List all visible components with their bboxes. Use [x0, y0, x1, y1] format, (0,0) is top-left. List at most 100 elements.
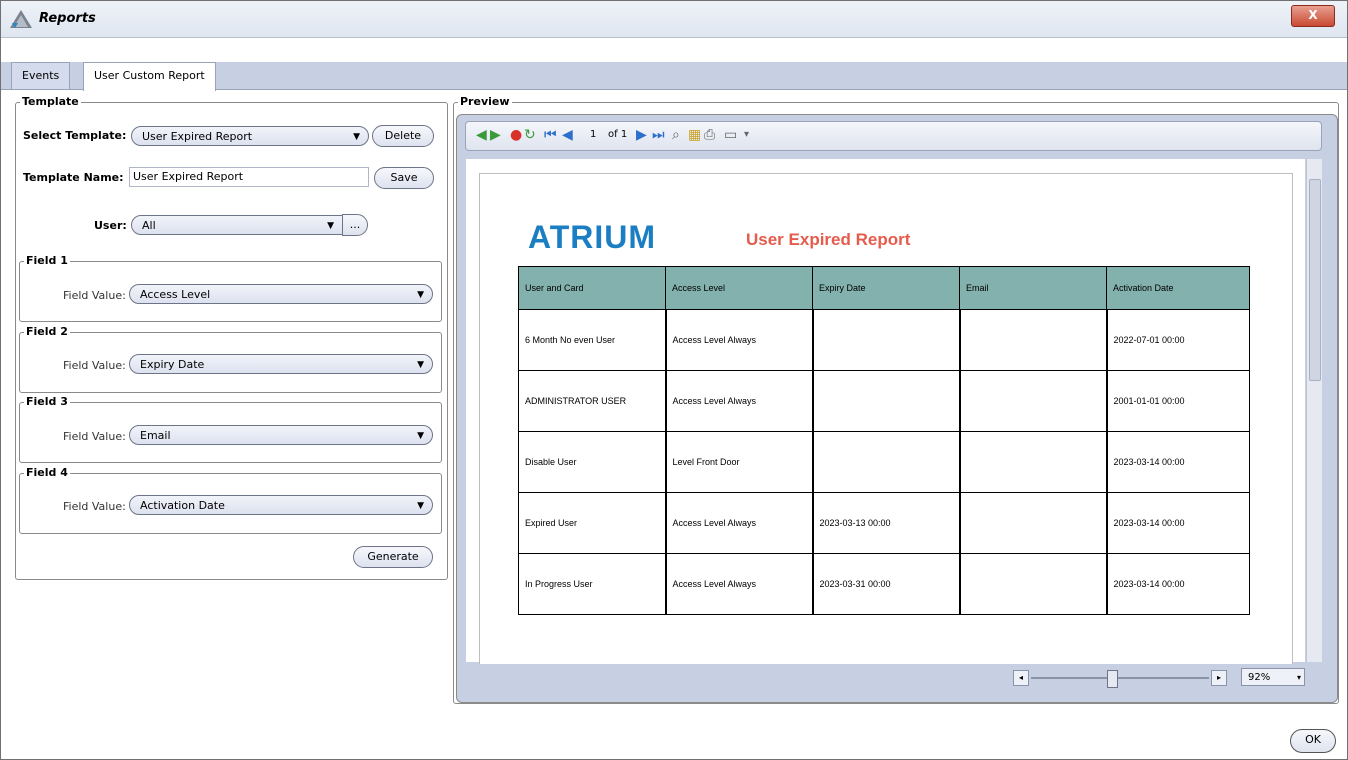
title-bar: Reports X: [1, 1, 1347, 38]
field-3-combo[interactable]: Email ▼: [129, 425, 433, 445]
report-table: User and Card Access Level Expiry Date E…: [518, 266, 1250, 615]
zoom-out-icon[interactable]: ◂: [1013, 670, 1029, 686]
refresh-icon[interactable]: ↻: [524, 127, 536, 143]
table-cell: [958, 553, 1107, 615]
table-cell: 2001-01-01 00:00: [1105, 370, 1250, 432]
chevron-down-icon: ▼: [417, 501, 424, 511]
chevron-down-icon: ▼: [327, 221, 334, 231]
column-header: Email: [959, 266, 1107, 310]
table-header-row: User and Card Access Level Expiry Date E…: [518, 266, 1250, 310]
table-cell: [811, 370, 960, 432]
stop-icon[interactable]: ●: [510, 127, 522, 143]
save-button[interactable]: Save: [374, 167, 434, 189]
table-cell: 2023-03-13 00:00: [811, 492, 960, 554]
table-cell: 2022-07-01 00:00: [1105, 309, 1250, 371]
template-group-title: Template: [20, 95, 81, 108]
vertical-scrollbar[interactable]: [1306, 159, 1322, 662]
field-2-value: Expiry Date: [140, 358, 205, 371]
field-2-combo[interactable]: Expiry Date ▼: [129, 354, 433, 374]
find-icon[interactable]: ⌕: [672, 127, 680, 143]
last-page-icon[interactable]: ⏭: [652, 127, 665, 143]
back-icon[interactable]: ◀: [476, 127, 487, 143]
field-3-value: Email: [140, 429, 171, 442]
table-cell: Access Level Always: [664, 553, 813, 615]
field-4-combo[interactable]: Activation Date ▼: [129, 495, 433, 515]
field-2-label: Field Value:: [63, 359, 126, 372]
column-header: Access Level: [665, 266, 813, 310]
report-title: User Expired Report: [746, 230, 911, 249]
table-cell: Access Level Always: [664, 492, 813, 554]
field-4-value: Activation Date: [140, 499, 225, 512]
close-button[interactable]: X: [1291, 5, 1335, 27]
user-browse-button[interactable]: ...: [342, 214, 368, 236]
zoom-slider-thumb[interactable]: [1107, 670, 1118, 688]
chevron-down-icon: ▼: [417, 360, 424, 370]
field-3-title: Field 3: [24, 395, 70, 408]
column-header: Expiry Date: [812, 266, 960, 310]
table-cell: 2023-03-14 00:00: [1105, 492, 1250, 554]
next-page-icon[interactable]: ▶: [636, 127, 647, 143]
table-cell: 2023-03-14 00:00: [1105, 553, 1250, 615]
print-icon[interactable]: ⎙: [704, 127, 715, 143]
user-value: All: [142, 219, 156, 232]
page-count-label: of 1: [608, 129, 628, 140]
tab-strip: Events User Custom Report: [1, 62, 1347, 91]
zoom-in-icon[interactable]: ▸: [1211, 670, 1227, 686]
export-dropdown-icon[interactable]: ▾: [744, 127, 749, 143]
table-row: 6 Month No even User Access Level Always…: [518, 309, 1250, 371]
field-4-title: Field 4: [24, 466, 70, 479]
table-cell: [811, 309, 960, 371]
previous-page-icon[interactable]: ◀: [562, 127, 573, 143]
select-template-combo[interactable]: User Expired Report ▼: [131, 126, 369, 146]
template-name-input[interactable]: User Expired Report: [129, 167, 369, 187]
forward-icon[interactable]: ▶: [490, 127, 501, 143]
field-1-title: Field 1: [24, 254, 70, 267]
ok-button[interactable]: OK: [1290, 729, 1336, 753]
table-cell: [958, 370, 1107, 432]
report-toolbar: ◀ ▶ ● ↻ ⏮ ◀ 1 of 1 ▶ ⏭ ⌕ ▦ ⎙ ▭ ▾: [465, 121, 1322, 151]
preview-group-title: Preview: [458, 95, 512, 108]
delete-button[interactable]: Delete: [372, 125, 434, 147]
export-icon[interactable]: ▭: [724, 127, 737, 143]
zoom-value: 92%: [1248, 672, 1271, 683]
field-1-value: Access Level: [140, 288, 211, 301]
user-combo[interactable]: All ▼: [131, 215, 343, 235]
zoom-combo[interactable]: 92% ▾: [1241, 668, 1305, 686]
app-logo-icon: [10, 10, 32, 28]
field-1-combo[interactable]: Access Level ▼: [129, 284, 433, 304]
table-cell: 6 Month No even User: [518, 309, 666, 371]
print-layout-icon[interactable]: ▦: [688, 127, 701, 143]
atrium-logo: ATRIUM: [528, 219, 657, 255]
field-4-label: Field Value:: [63, 500, 126, 513]
generate-button[interactable]: Generate: [353, 546, 433, 568]
table-cell: Access Level Always: [664, 370, 813, 432]
field-3-label: Field Value:: [63, 430, 126, 443]
chevron-down-icon: ▼: [353, 132, 360, 142]
first-page-icon[interactable]: ⏮: [544, 127, 557, 143]
zoom-slider-track[interactable]: [1031, 677, 1209, 679]
table-cell: Expired User: [518, 492, 666, 554]
field-1-label: Field Value:: [63, 289, 126, 302]
table-row: Expired User Access Level Always 2023-03…: [518, 492, 1250, 554]
table-cell: Access Level Always: [664, 309, 813, 371]
template-name-label: Template Name:: [23, 171, 124, 184]
chevron-down-icon: ▾: [1296, 673, 1301, 682]
current-page-field[interactable]: 1: [590, 129, 596, 140]
select-template-value: User Expired Report: [142, 130, 253, 143]
table-cell: 2023-03-31 00:00: [811, 553, 960, 615]
table-row: Disable User Level Front Door 2023-03-14…: [518, 431, 1250, 493]
table-cell: ADMINISTRATOR USER: [518, 370, 666, 432]
select-template-label: Select Template:: [23, 129, 127, 142]
table-cell: [958, 492, 1107, 554]
reports-window: Reports X Events User Custom Report Temp…: [0, 0, 1348, 760]
table-cell: [958, 309, 1107, 371]
column-header: Activation Date: [1106, 266, 1250, 310]
tab-user-custom-report[interactable]: User Custom Report: [83, 62, 216, 91]
table-row: In Progress User Access Level Always 202…: [518, 553, 1250, 615]
scrollbar-thumb[interactable]: [1309, 179, 1321, 381]
table-row: ADMINISTRATOR USER Access Level Always 2…: [518, 370, 1250, 432]
table-cell: Disable User: [518, 431, 666, 493]
tab-events[interactable]: Events: [11, 62, 71, 89]
user-label: User:: [94, 219, 127, 232]
column-header: User and Card: [518, 266, 666, 310]
